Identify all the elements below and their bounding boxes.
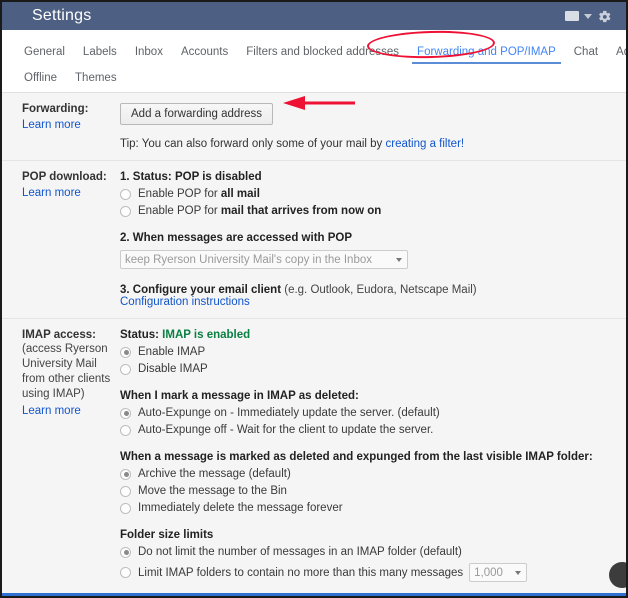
imap-move-bin-row[interactable]: Move the message to the Bin (120, 485, 612, 497)
section-imap-access: IMAP access: (access Ryerson University … (2, 319, 626, 598)
page-title: Settings (12, 7, 91, 25)
tabs-divider (2, 92, 626, 93)
imap-body: Status: IMAP is enabled Enable IMAP Disa… (120, 329, 626, 598)
imap-limit-row[interactable]: Limit IMAP folders to contain no more th… (120, 563, 612, 582)
header-actions (565, 9, 616, 24)
display-density-icon[interactable] (565, 11, 579, 21)
imap-expunge-on-row[interactable]: Auto-Expunge on - Immediately update the… (120, 407, 612, 419)
imap-no-limit-row[interactable]: Do not limit the number of messages in a… (120, 546, 612, 558)
pop-enable-from-now-radio[interactable] (120, 206, 131, 217)
imap-limit-select[interactable]: 1,000 (469, 563, 527, 582)
settings-tabs: General Labels Inbox Accounts Filters an… (2, 30, 626, 93)
pop-enable-all-mail-label: Enable POP for all mail (138, 188, 260, 200)
window-header: Settings (2, 2, 626, 30)
imap-deleted-block: When I mark a message in IMAP as deleted… (120, 390, 612, 436)
imap-limit-radio[interactable] (120, 567, 131, 578)
tab-accounts[interactable]: Accounts (172, 46, 237, 64)
imap-title: IMAP access: (22, 329, 120, 341)
imap-status: Status: IMAP is enabled (120, 329, 612, 341)
imap-enable-label: Enable IMAP (138, 346, 205, 358)
settings-window: Settings General Labels Inbox Accounts F… (0, 0, 628, 598)
pop-enable-all-mail-row[interactable]: Enable POP for all mail (120, 188, 612, 200)
pop-enable-from-now-row[interactable]: Enable POP for mail that arrives from no… (120, 205, 612, 217)
pop-step3-block: 3. Configure your email client (e.g. Out… (120, 284, 612, 308)
creating-a-filter-link[interactable]: creating a filter! (385, 138, 464, 150)
imap-expunge-on-label: Auto-Expunge on - Immediately update the… (138, 407, 440, 419)
imap-learn-more-link[interactable]: Learn more (22, 405, 81, 417)
imap-deleted-heading: When I mark a message in IMAP as deleted… (120, 390, 612, 402)
tab-advanced[interactable]: Advanced (607, 46, 628, 64)
status-badge: IMAP is enabled (162, 329, 250, 341)
forwarding-title: Forwarding: (22, 103, 120, 115)
imap-delete-forever-row[interactable]: Immediately delete the message forever (120, 502, 612, 514)
imap-move-bin-label: Move the message to the Bin (138, 485, 287, 497)
section-forwarding: Forwarding: Learn more Add a forwarding … (2, 93, 626, 161)
imap-archive-label: Archive the message (default) (138, 468, 291, 480)
imap-folder-size-block: Folder size limits Do not limit the numb… (120, 529, 612, 582)
pop-body: 1. Status: POP is disabled Enable POP fo… (120, 171, 626, 308)
forwarding-learn-more-link[interactable]: Learn more (22, 119, 81, 131)
imap-expunge-off-label: Auto-Expunge off - Wait for the client t… (138, 424, 433, 436)
imap-disable-radio[interactable] (120, 364, 131, 375)
imap-expunge-off-row[interactable]: Auto-Expunge off - Wait for the client t… (120, 424, 612, 436)
pop-access-select-wrap: keep Ryerson University Mail's copy in t… (120, 250, 408, 269)
imap-delete-forever-radio[interactable] (120, 503, 131, 514)
imap-expunged-heading: When a message is marked as deleted and … (120, 451, 612, 463)
pop-step3-heading: 3. Configure your email client (e.g. Out… (120, 284, 612, 296)
tab-chat[interactable]: Chat (565, 46, 607, 64)
scroll-indicator[interactable] (609, 562, 628, 588)
forwarding-tip-text: Tip: You can also forward only some of y… (120, 138, 385, 150)
imap-archive-radio[interactable] (120, 469, 131, 480)
forwarding-body: Add a forwarding address Tip: You can al… (120, 103, 626, 150)
pop-step2-block: 2. When messages are accessed with POP k… (120, 232, 612, 269)
gear-icon[interactable] (597, 9, 612, 24)
imap-no-limit-label: Do not limit the number of messages in a… (138, 546, 462, 558)
pop-title: POP download: (22, 171, 120, 183)
imap-enable-radio[interactable] (120, 347, 131, 358)
imap-limit-select-wrap: 1,000 (469, 563, 527, 582)
imap-folder-size-heading: Folder size limits (120, 529, 612, 541)
section-pop-download: POP download: Learn more 1. Status: POP … (2, 161, 626, 319)
tabs-row-primary: General Labels Inbox Accounts Filters an… (2, 38, 626, 64)
imap-sublabel: (access Ryerson University Mail from oth… (22, 342, 120, 402)
tab-themes[interactable]: Themes (66, 72, 126, 90)
tab-inbox[interactable]: Inbox (126, 46, 172, 64)
tab-forwarding-and-pop-imap[interactable]: Forwarding and POP/IMAP (408, 46, 565, 64)
pop-enable-from-now-label: Enable POP for mail that arrives from no… (138, 205, 381, 217)
add-forwarding-address-button[interactable]: Add a forwarding address (120, 103, 273, 125)
tabs-row-secondary: Offline Themes (2, 64, 626, 90)
settings-content: Forwarding: Learn more Add a forwarding … (2, 93, 626, 598)
pop-step2-heading: 2. When messages are accessed with POP (120, 232, 612, 244)
pop-step1-status: 1. Status: POP is disabled (120, 171, 612, 183)
tab-labels[interactable]: Labels (74, 46, 126, 64)
pop-enable-all-mail-radio[interactable] (120, 189, 131, 200)
imap-limit-label: Limit IMAP folders to contain no more th… (138, 567, 463, 579)
pop-learn-more-link[interactable]: Learn more (22, 187, 81, 199)
imap-delete-forever-label: Immediately delete the message forever (138, 502, 343, 514)
imap-expunged-block: When a message is marked as deleted and … (120, 451, 612, 514)
forwarding-label: Forwarding: Learn more (2, 103, 120, 150)
pop-label: POP download: Learn more (2, 171, 120, 308)
bottom-accent-strip (2, 593, 626, 596)
forwarding-tip: Tip: You can also forward only some of y… (120, 138, 612, 150)
imap-archive-row[interactable]: Archive the message (default) (120, 468, 612, 480)
chevron-down-icon[interactable] (584, 14, 592, 19)
tab-filters-and-blocked-addresses[interactable]: Filters and blocked addresses (237, 46, 408, 64)
tab-offline[interactable]: Offline (24, 72, 66, 90)
pop-configuration-instructions-link[interactable]: Configuration instructions (120, 296, 250, 308)
imap-disable-label: Disable IMAP (138, 363, 208, 375)
pop-access-select[interactable]: keep Ryerson University Mail's copy in t… (120, 250, 408, 269)
imap-expunge-on-radio[interactable] (120, 408, 131, 419)
imap-expunge-off-radio[interactable] (120, 425, 131, 436)
imap-enable-row[interactable]: Enable IMAP (120, 346, 612, 358)
imap-disable-row[interactable]: Disable IMAP (120, 363, 612, 375)
imap-no-limit-radio[interactable] (120, 547, 131, 558)
tab-general[interactable]: General (24, 46, 74, 64)
imap-move-bin-radio[interactable] (120, 486, 131, 497)
imap-label: IMAP access: (access Ryerson University … (2, 329, 120, 598)
